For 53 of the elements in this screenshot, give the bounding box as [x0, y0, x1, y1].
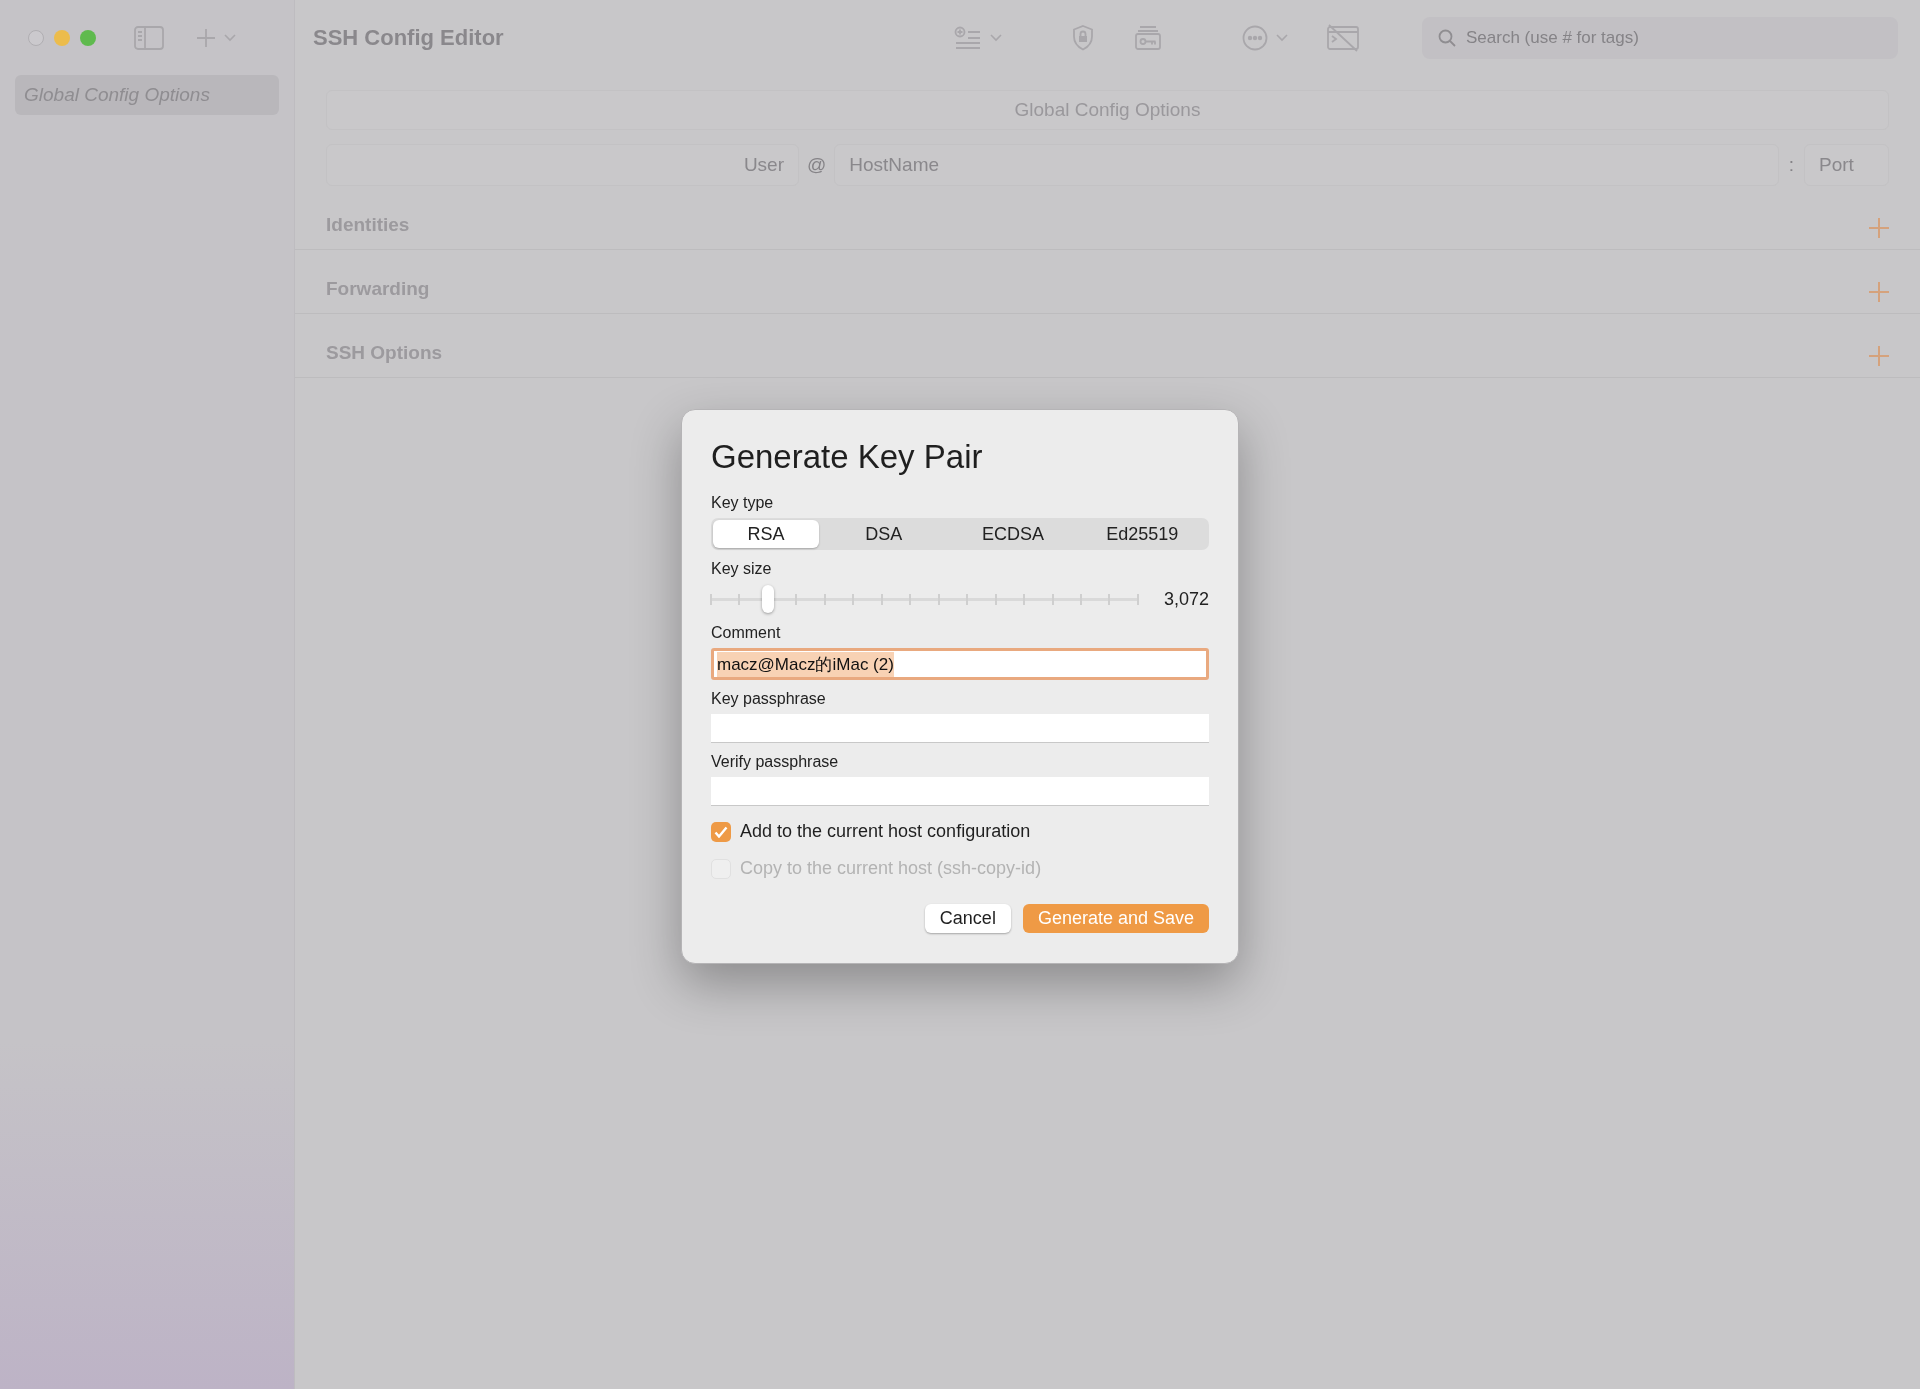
key-passphrase-field[interactable]	[711, 714, 1209, 744]
chevron-down-icon	[224, 33, 236, 42]
search-field[interactable]: Search (use # for tags)	[1422, 16, 1898, 59]
list-add-icon	[953, 25, 982, 50]
segment-tab[interactable]: RSA	[713, 520, 819, 549]
window-title: SSH Config Editor	[313, 24, 504, 52]
field-label: Key passphrase	[711, 689, 827, 710]
checkbox-label: Add to the current host configuration	[740, 820, 1031, 844]
colon-sign: :	[1787, 152, 1795, 177]
checkbox-label: Copy to the current host (ssh-copy-id)	[740, 857, 1042, 881]
more-button[interactable]	[1241, 24, 1288, 51]
terminal-off-button[interactable]	[1325, 23, 1360, 52]
segment-tab[interactable]: Ed25519	[1077, 520, 1207, 549]
field-label: Verify passphrase	[711, 752, 840, 773]
key-size-value: 3,072	[1163, 587, 1209, 611]
shield-lock-button[interactable]	[1071, 24, 1094, 51]
more-icon	[1241, 24, 1268, 51]
user-field[interactable]: User	[326, 144, 799, 186]
verify-passphrase-field[interactable]	[711, 777, 1209, 807]
at-sign: @	[806, 152, 828, 177]
terminal-off-icon	[1325, 23, 1360, 52]
comment-value: macz@Macz的iMac (2)	[717, 651, 894, 677]
segment-tab[interactable]: DSA	[819, 520, 949, 549]
add-button[interactable]	[1868, 345, 1890, 367]
cancel-button[interactable]: Cancel	[924, 904, 1011, 934]
dialog-title: Generate Key Pair	[711, 437, 984, 477]
plus-icon	[196, 27, 216, 48]
key-card-icon	[1133, 24, 1162, 51]
chevron-down-icon	[989, 33, 1002, 42]
list-add-button[interactable]	[953, 25, 1002, 50]
slider-thumb[interactable]	[761, 585, 774, 614]
checkbox[interactable]	[711, 821, 731, 842]
add-button[interactable]	[1868, 281, 1890, 303]
comment-field[interactable]: macz@Macz的iMac (2)	[711, 648, 1209, 681]
search-icon	[1438, 28, 1456, 47]
key-button[interactable]	[1133, 24, 1162, 51]
field-label: Comment	[711, 623, 782, 644]
plus-icon	[1868, 281, 1890, 303]
add-host-button[interactable]	[196, 27, 236, 48]
sidebar-toggle-button[interactable]	[134, 25, 164, 50]
port-field[interactable]: Port	[1804, 144, 1889, 186]
field-label: Key size	[711, 559, 773, 580]
segment-tab[interactable]: ECDSA	[948, 520, 1078, 549]
hostname-field[interactable]: HostName	[834, 144, 1779, 186]
shield-lock-icon	[1071, 24, 1094, 51]
plus-icon	[1868, 345, 1890, 367]
sidebar-icon	[134, 25, 164, 50]
field-label: Key type	[711, 493, 775, 514]
chevron-down-icon	[1275, 33, 1288, 42]
add-button[interactable]	[1868, 217, 1890, 239]
checkmark-icon	[714, 825, 728, 838]
plus-icon	[1868, 217, 1890, 239]
key-size-slider[interactable]	[711, 585, 1138, 614]
